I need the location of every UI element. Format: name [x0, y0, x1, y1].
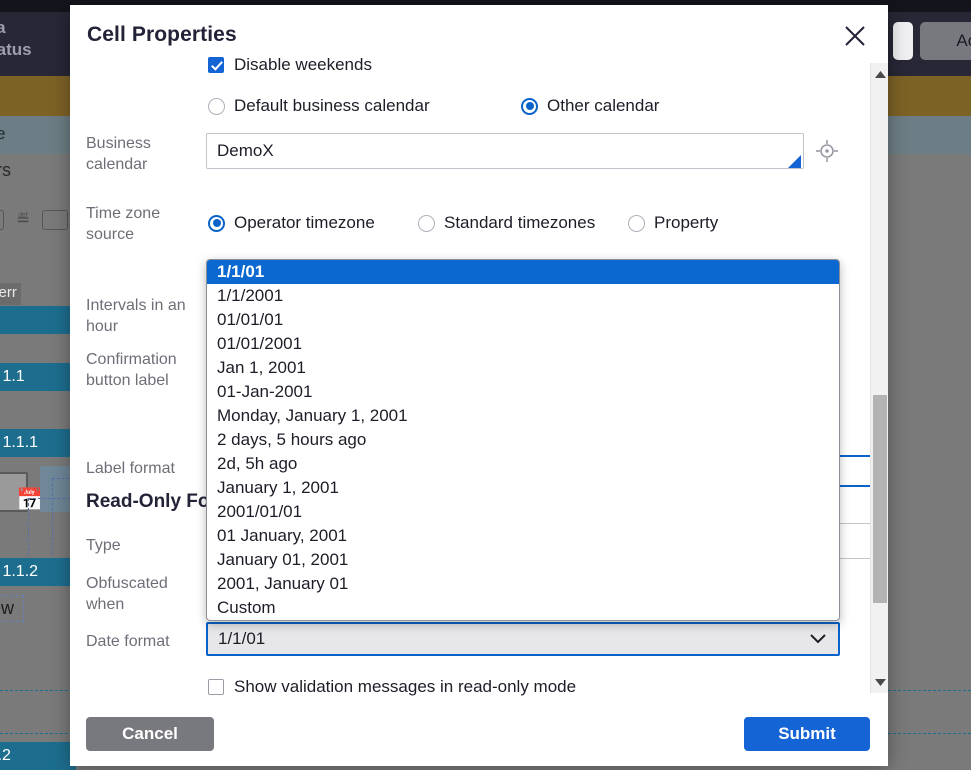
parameters-heading: meters	[0, 160, 11, 181]
submit-button[interactable]: Submit	[744, 717, 870, 751]
scroll-down-arrow-icon[interactable]	[871, 673, 888, 691]
dropdown-option[interactable]: 2001/01/01	[207, 500, 839, 524]
reference-triangle-icon	[788, 155, 801, 168]
radio-standard-timezones[interactable]: Standard timezones	[418, 213, 595, 233]
new-cell-placeholder[interactable]: ew	[0, 595, 24, 622]
app-title-line2: klyStatus	[0, 40, 32, 60]
radio-dot	[628, 215, 645, 232]
table-row[interactable]: - 1	[0, 306, 70, 334]
canvas-toolbar[interactable]: ≝	[0, 210, 68, 230]
radio-dot	[418, 215, 435, 232]
dropdown-option[interactable]: 01 January, 2001	[207, 524, 839, 548]
dropdown-option[interactable]: 01/01/2001	[207, 332, 839, 356]
breadcrumb: ortal.Overr	[0, 283, 21, 305]
dropdown-option[interactable]: 1/1/01	[207, 260, 839, 284]
dialog-body: Disable weekends Default business calend…	[70, 63, 888, 705]
show-validation-checkbox[interactable]: Show validation messages in read-only mo…	[208, 677, 576, 697]
dropdown-option[interactable]: 2d, 5h ago	[207, 452, 839, 476]
radio-label: Other calendar	[547, 96, 659, 116]
date-format-value: 1/1/01	[218, 629, 265, 649]
label-format-label: Label format	[86, 458, 206, 479]
confirmation-button-label-label: Confirmation button label	[86, 349, 206, 391]
dialog-header: Cell Properties	[70, 5, 888, 63]
radio-dot	[521, 98, 538, 115]
radio-default-business-calendar[interactable]: Default business calendar	[208, 96, 430, 116]
header-icon-button[interactable]	[893, 22, 913, 60]
table-row[interactable]: e) - 1.1.2	[0, 558, 80, 586]
radio-other-calendar[interactable]: Other calendar	[521, 96, 659, 116]
checkbox-box	[208, 679, 224, 695]
dropdown-option[interactable]: 01/01/01	[207, 308, 839, 332]
table-row[interactable]: e) - 1.1	[0, 363, 70, 391]
dialog-footer: Cancel Submit	[70, 705, 888, 766]
chevron-down-icon	[810, 629, 826, 649]
obfuscated-when-label: Obfuscated when	[86, 573, 206, 615]
date-format-label: Date format	[86, 631, 206, 652]
intervals-in-an-hour-label: Intervals in an hour	[86, 295, 206, 337]
split-vertical-icon[interactable]: ≝	[16, 210, 30, 230]
move-left-icon[interactable]	[42, 210, 68, 230]
page-title: Cell Properties	[87, 23, 237, 47]
radio-label: Default business calendar	[234, 96, 430, 116]
info-band-text: section be	[0, 124, 6, 144]
app-title-line1: ort [Ava	[0, 18, 6, 38]
dropdown-option[interactable]: 2 days, 5 hours ago	[207, 428, 839, 452]
table-row[interactable]: e) - 1.1.1	[0, 429, 80, 457]
business-calendar-label: Business calendar	[86, 133, 206, 175]
dropdown-option[interactable]: Jan 1, 2001	[207, 356, 839, 380]
checkbox-box	[208, 57, 224, 73]
cancel-button[interactable]: Cancel	[86, 717, 214, 751]
radio-dot	[208, 215, 225, 232]
dropdown-option[interactable]: Custom	[207, 596, 839, 620]
scroll-up-arrow-icon[interactable]	[871, 65, 888, 83]
radio-property[interactable]: Property	[628, 213, 718, 233]
radio-label: Standard timezones	[444, 213, 595, 233]
dropdown-option[interactable]: 01-Jan-2001	[207, 380, 839, 404]
insert-column-icon[interactable]	[0, 210, 4, 230]
business-calendar-input[interactable]	[206, 133, 804, 169]
cell-properties-dialog: Cell Properties Disable weekends Default…	[70, 5, 888, 766]
disable-weekends-label: Disable weekends	[234, 55, 372, 75]
read-only-format-heading: Read-Only Fo	[86, 491, 210, 513]
date-format-dropdown-list[interactable]: 1/1/011/1/200101/01/0101/01/2001Jan 1, 2…	[206, 259, 840, 621]
scrollbar-thumb[interactable]	[873, 395, 887, 603]
dropdown-option[interactable]: Monday, January 1, 2001	[207, 404, 839, 428]
show-validation-label: Show validation messages in read-only mo…	[234, 677, 576, 697]
date-format-select[interactable]: 1/1/01	[206, 622, 840, 656]
radio-dot	[208, 98, 225, 115]
radio-label: Property	[654, 213, 718, 233]
type-label: Type	[86, 535, 206, 556]
radio-operator-timezone[interactable]: Operator timezone	[208, 213, 375, 233]
action-button[interactable]: Action	[920, 22, 971, 60]
dropdown-option[interactable]: January 1, 2001	[207, 476, 839, 500]
time-zone-source-label: Time zone source	[86, 203, 206, 245]
dropdown-option[interactable]: 2001, January 01	[207, 572, 839, 596]
disable-weekends-checkbox[interactable]: Disable weekends	[208, 55, 372, 75]
target-crosshair-icon[interactable]	[815, 139, 839, 168]
radio-label: Operator timezone	[234, 213, 375, 233]
dropdown-option[interactable]: January 01, 2001	[207, 548, 839, 572]
dialog-scrollbar[interactable]	[870, 63, 888, 693]
close-icon[interactable]	[840, 21, 870, 51]
dropdown-option[interactable]: 1/1/2001	[207, 284, 839, 308]
